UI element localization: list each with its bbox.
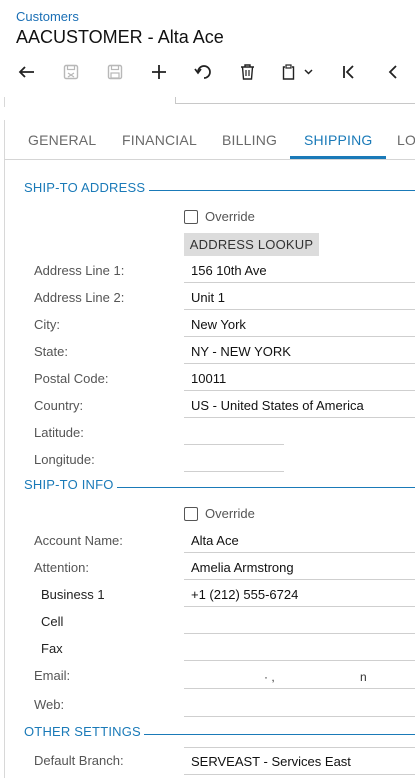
breadcrumb-customers[interactable]: Customers <box>16 9 79 24</box>
email-fragment: n <box>360 670 367 684</box>
ship-address-override[interactable]: Override <box>184 209 255 224</box>
web-field[interactable] <box>184 691 415 717</box>
save-close-icon <box>63 64 79 80</box>
tab-locations[interactable]: LO <box>397 132 415 148</box>
first-record-button[interactable] <box>335 58 363 86</box>
address-line-2-field[interactable]: Unit 1 <box>184 284 415 310</box>
back-icon <box>18 66 34 78</box>
city-label: City: <box>34 317 60 332</box>
section-other-settings: OTHER SETTINGS <box>24 724 141 739</box>
phone-type-business-1[interactable]: Business 1 <box>41 587 105 602</box>
copy-paste-button[interactable] <box>278 58 320 86</box>
tab-billing[interactable]: BILLING <box>222 132 277 148</box>
override-checkbox[interactable] <box>184 506 198 521</box>
section-divider <box>117 487 415 488</box>
attention-label: Attention: <box>34 560 89 575</box>
tab-shipping[interactable]: SHIPPING <box>304 132 373 148</box>
page-header: Customers AACUSTOMER - Alta Ace <box>0 0 415 98</box>
previous-record-button[interactable] <box>379 58 407 86</box>
previous-record-icon <box>388 65 397 79</box>
account-name-label: Account Name: <box>34 533 123 548</box>
email-label: Email: <box>34 668 71 683</box>
add-icon <box>152 65 166 79</box>
web-label: Web: <box>34 697 65 712</box>
override-checkbox[interactable] <box>184 209 198 224</box>
undo-icon <box>194 65 211 79</box>
phone-type-cell[interactable]: Cell <box>41 614 63 629</box>
postal-code-field[interactable]: 10011 <box>184 365 415 391</box>
longitude-field[interactable] <box>184 446 284 472</box>
section-ship-to-address: SHIP-TO ADDRESS <box>24 180 146 195</box>
latitude-field[interactable] <box>184 419 284 445</box>
email-field[interactable]: · , n <box>184 665 415 689</box>
state-label: State: <box>34 344 68 359</box>
add-button[interactable] <box>145 58 173 86</box>
toolbar <box>0 58 415 88</box>
save-button[interactable] <box>101 58 129 86</box>
email-fragment: · , <box>264 670 275 684</box>
country-field[interactable]: US - United States of America <box>184 392 415 418</box>
summary-field-edge <box>175 97 415 104</box>
business-1-phone-field[interactable]: +1 (212) 555-6724 <box>184 581 415 607</box>
tab-bar: GENERAL FINANCIAL BILLING SHIPPING LO <box>4 120 415 160</box>
phone-type-fax[interactable]: Fax <box>41 641 63 656</box>
delete-icon <box>240 64 254 80</box>
longitude-label: Longitude: <box>34 452 95 467</box>
undo-button[interactable] <box>189 58 217 86</box>
address-line-1-label: Address Line 1: <box>34 263 125 278</box>
override-label: Override <box>205 209 255 224</box>
delete-button[interactable] <box>233 58 261 86</box>
tab-general[interactable]: GENERAL <box>28 132 96 148</box>
copy-paste-icon <box>282 64 313 80</box>
address-line-1-field[interactable]: 156 10th Ave <box>184 257 415 283</box>
section-divider <box>144 734 415 735</box>
address-line-2-label: Address Line 2: <box>34 290 125 305</box>
state-field[interactable]: NY - NEW YORK <box>184 338 415 364</box>
address-lookup-button[interactable]: ADDRESS LOOKUP <box>184 233 319 256</box>
country-label: Country: <box>34 398 84 413</box>
save-close-button[interactable] <box>57 58 85 86</box>
cell-phone-field[interactable] <box>184 608 415 634</box>
tab-financial[interactable]: FINANCIAL <box>122 132 197 148</box>
override-label: Override <box>205 506 255 521</box>
postal-code-label: Postal Code: <box>34 371 109 386</box>
city-field[interactable]: New York <box>184 311 415 337</box>
active-tab-indicator <box>290 156 386 159</box>
back-button[interactable] <box>13 58 41 86</box>
account-name-field[interactable]: Alta Ace <box>184 527 415 553</box>
latitude-label: Latitude: <box>34 425 84 440</box>
default-branch-field[interactable]: SERVEAST - Services East <box>184 747 415 775</box>
save-icon <box>107 64 123 80</box>
section-ship-to-info: SHIP-TO INFO <box>24 477 114 492</box>
first-record-icon <box>343 65 354 79</box>
section-divider <box>149 190 415 191</box>
default-branch-label: Default Branch: <box>34 753 124 768</box>
attention-field[interactable]: Amelia Armstrong <box>184 554 415 580</box>
page-title: AACUSTOMER - Alta Ace <box>16 27 224 47</box>
fax-field[interactable] <box>184 635 415 661</box>
ship-info-override[interactable]: Override <box>184 506 255 521</box>
